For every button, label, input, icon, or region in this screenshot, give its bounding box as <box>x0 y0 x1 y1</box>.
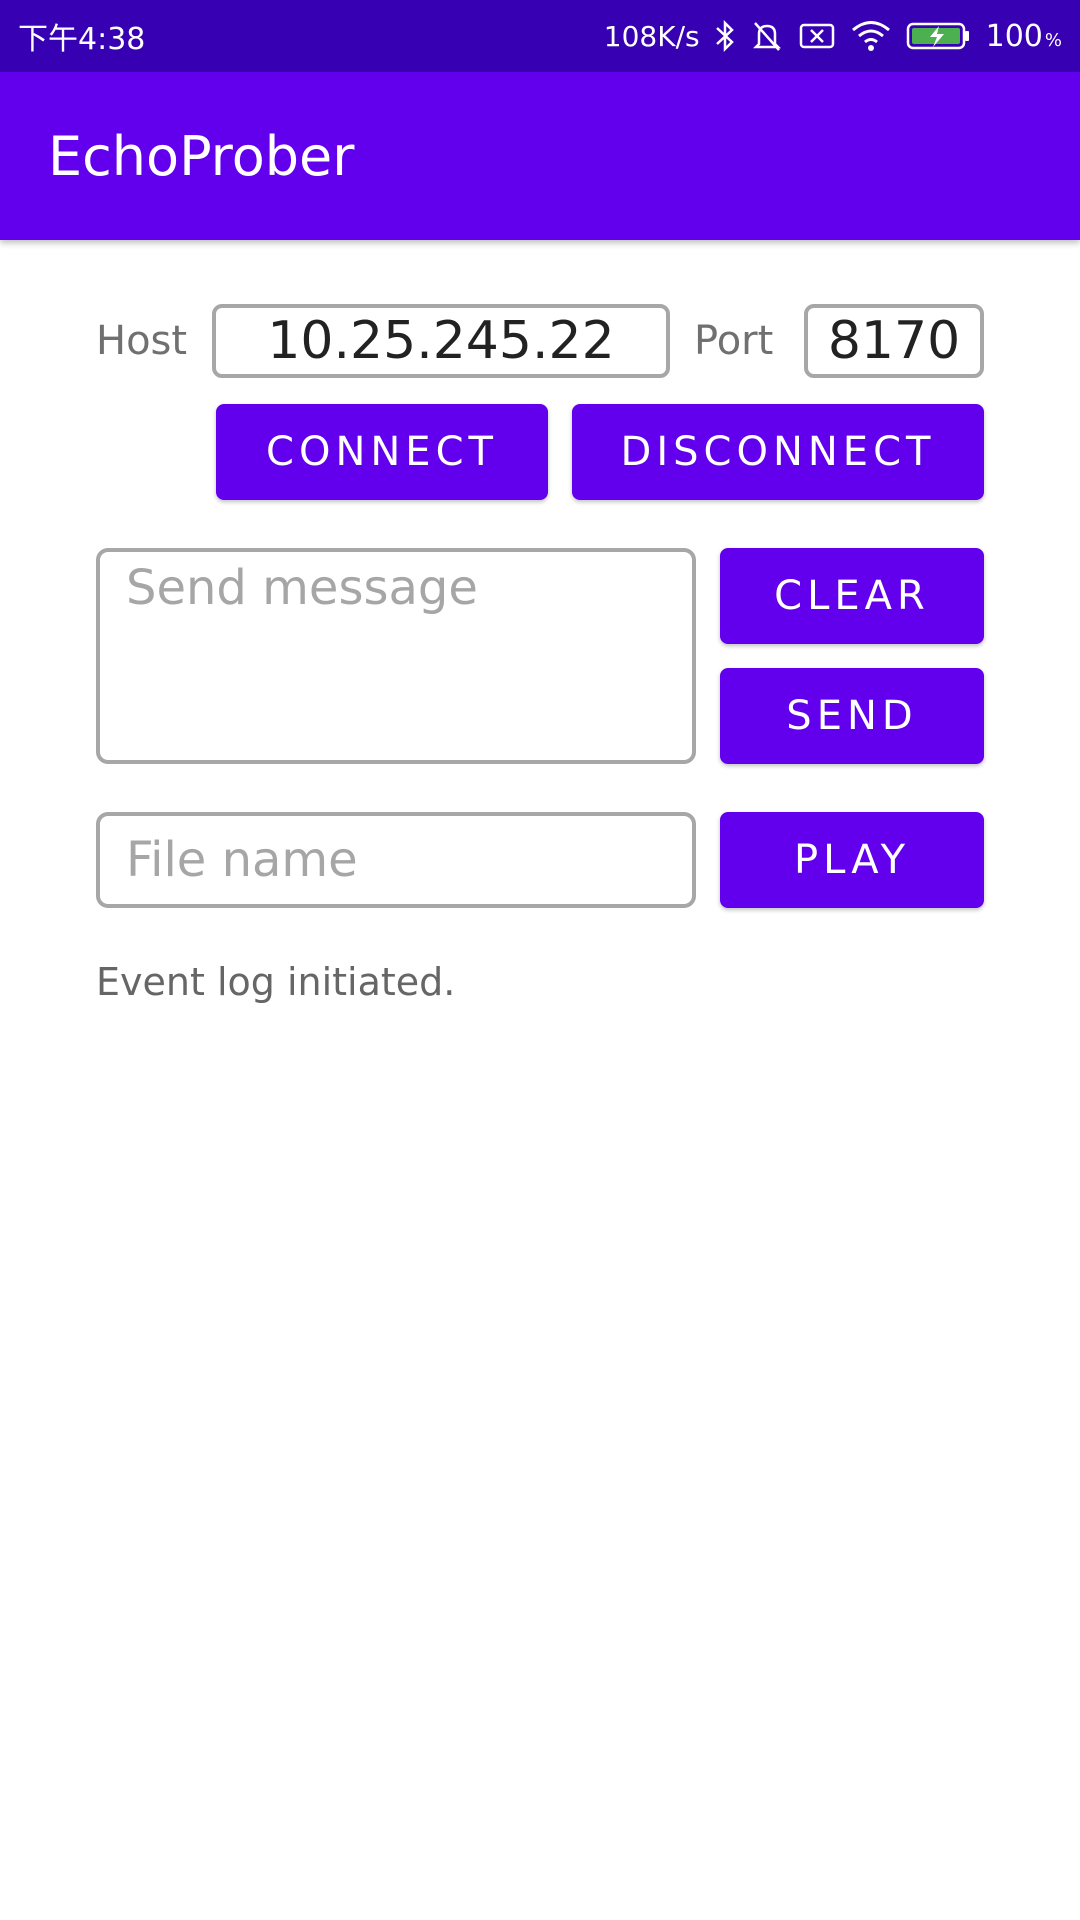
battery-charging-icon <box>906 20 972 52</box>
send-message-input[interactable] <box>96 548 696 764</box>
port-field[interactable]: 8170 <box>804 304 984 378</box>
app-bar: EchoProber <box>0 72 1080 240</box>
clear-button[interactable]: CLEAR <box>720 548 984 644</box>
status-time: 下午4:38 <box>18 22 146 57</box>
status-left: 下午4:38 <box>18 14 145 58</box>
app-title: EchoProber <box>48 124 355 188</box>
status-bar: 下午4:38 108K/s 100 % <box>0 0 1080 72</box>
battery-percent-unit: % <box>1044 29 1062 51</box>
bell-off-icon <box>750 19 784 53</box>
host-label: Host <box>96 318 188 364</box>
bluetooth-icon <box>714 19 736 53</box>
connect-button[interactable]: CONNECT <box>216 404 548 500</box>
play-button[interactable]: PLAY <box>720 812 984 908</box>
status-right: 108K/s 100 % <box>604 19 1062 54</box>
event-log-text: Event log initiated. <box>96 960 456 1004</box>
send-button[interactable]: SEND <box>720 668 984 764</box>
file-name-input[interactable] <box>96 812 696 908</box>
network-speed: 108K/s <box>603 19 700 53</box>
sim-off-icon <box>798 21 836 51</box>
host-field[interactable]: 10.25.245.22 <box>212 304 670 378</box>
port-label: Port <box>694 318 774 364</box>
disconnect-button[interactable]: DISCONNECT <box>572 404 984 500</box>
battery-percent: 100% <box>986 19 1062 54</box>
wifi-icon <box>850 19 892 53</box>
battery-percent-value: 100 <box>985 18 1043 54</box>
